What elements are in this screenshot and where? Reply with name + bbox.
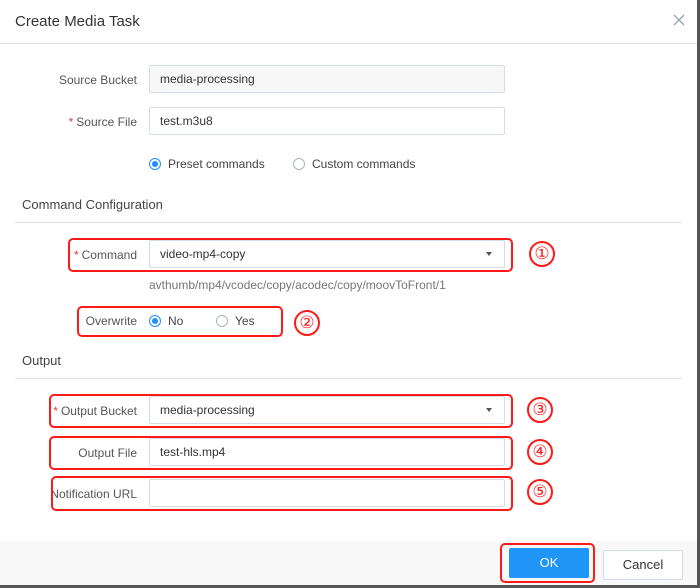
radio-unchecked-icon	[293, 158, 305, 170]
annotation-marker-5: ⑤	[527, 479, 553, 505]
dialog-title: Create Media Task	[15, 13, 140, 30]
annotation-marker-1: ①	[529, 241, 555, 267]
annotation-box-ok	[500, 543, 595, 583]
source-file-input[interactable]: test.m3u8	[149, 107, 505, 135]
source-file-label: * Source File	[68, 115, 137, 129]
output-heading: Output	[22, 353, 62, 368]
source-bucket-label: Source Bucket	[58, 73, 137, 87]
radio-checked-icon	[149, 158, 161, 170]
cancel-button[interactable]: Cancel	[603, 550, 683, 580]
source-bucket-field: media-processing	[149, 65, 505, 93]
command-hint: avthumb/mp4/vcodec/copy/acodec/copy/moov…	[149, 278, 446, 292]
section-divider	[15, 378, 682, 379]
annotation-marker-2: ②	[294, 310, 320, 336]
create-media-task-dialog: Create Media Task Source Bucket media-pr…	[0, 0, 700, 588]
annotation-box-4	[49, 436, 513, 470]
required-mark: *	[68, 115, 74, 129]
dialog-header: Create Media Task	[0, 0, 697, 44]
command-configuration-heading: Command Configuration	[22, 197, 163, 212]
radio-custom-commands[interactable]: Custom commands	[293, 157, 415, 171]
annotation-box-1	[68, 238, 513, 272]
annotation-box-3	[49, 394, 513, 428]
annotation-box-5	[51, 476, 513, 511]
section-divider	[15, 222, 682, 223]
close-button[interactable]	[669, 10, 689, 30]
radio-preset-commands[interactable]: Preset commands	[149, 157, 265, 171]
annotation-marker-3: ③	[527, 397, 553, 423]
close-icon	[673, 14, 685, 26]
annotation-marker-4: ④	[527, 439, 553, 465]
annotation-box-2	[77, 306, 283, 337]
